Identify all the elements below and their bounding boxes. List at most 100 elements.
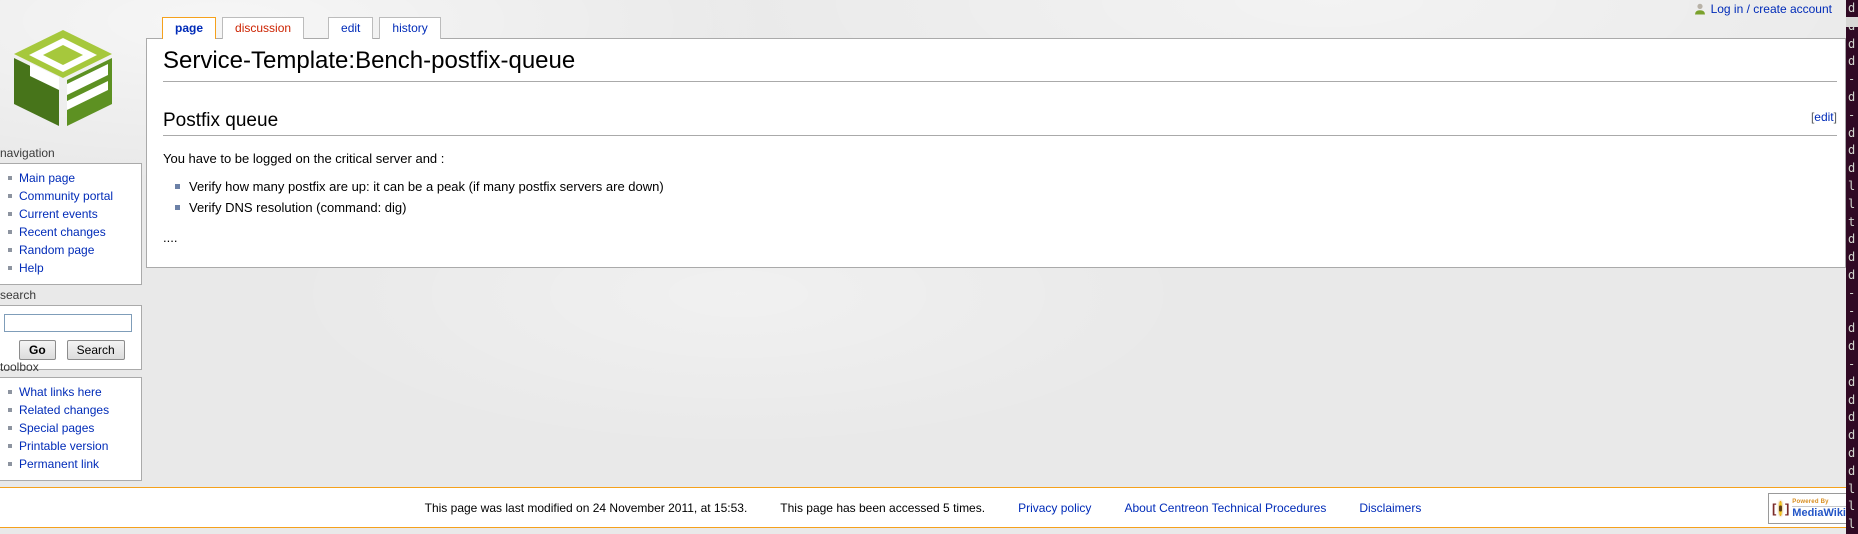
navigation-list: Main page Community portal Current events R… — [0, 169, 141, 277]
terminal-line-char: d — [1846, 374, 1858, 392]
section-heading: Postfix queue — [163, 110, 278, 132]
edit-section-link[interactable]: edit — [1814, 110, 1833, 124]
terminal-line-char: l — [1846, 498, 1858, 516]
square-bullet-icon — [8, 390, 12, 394]
disclaimers-link[interactable]: Disclaimers — [1359, 501, 1421, 515]
section-heading-row: Postfix queue [edit] — [163, 110, 1837, 136]
search-buttons: Go Search — [0, 340, 141, 360]
sidebar-nav-link[interactable]: Random page — [19, 243, 94, 257]
mediawiki-badge[interactable]: [ ] Powered By MediaWiki — [1768, 493, 1850, 524]
toolbox-list: What links here Related changes Special pa… — [0, 383, 141, 473]
sidebar-nav-item: Random page — [0, 241, 141, 259]
square-bullet-icon — [8, 266, 12, 270]
terminal-line-char: d — [1846, 463, 1858, 481]
toolbox-link[interactable]: Permanent link — [19, 457, 99, 471]
terminal-line-char: d — [1846, 89, 1858, 107]
portlet-search: search Go Search — [0, 288, 142, 370]
terminal-edge-notch — [1846, 17, 1858, 27]
privacy-policy-link[interactable]: Privacy policy — [1018, 501, 1091, 515]
about-link[interactable]: About Centreon Technical Procedures — [1124, 501, 1326, 515]
terminal-line-char: d — [1846, 267, 1858, 285]
background-terminal-window-sliver[interactable]: dddd-d-dddlltddd--dd-ddddddlll — [1846, 0, 1858, 534]
toolbox-item: Special pages — [0, 419, 141, 437]
terminal-line-char: - — [1846, 285, 1858, 303]
sidebar-nav-link[interactable]: Recent changes — [19, 225, 106, 239]
search-search-button[interactable]: Search — [67, 340, 125, 360]
toolbox-link[interactable]: Related changes — [19, 403, 109, 417]
terminal-line-char: d — [1846, 160, 1858, 178]
toolbox-link[interactable]: Printable version — [19, 439, 108, 453]
article-content: Service-Template:Bench-postfix-queue Pos… — [146, 38, 1846, 268]
sidebar-nav-link[interactable]: Help — [19, 261, 44, 275]
terminal-line-char: d — [1846, 0, 1858, 18]
centreon-logo[interactable] — [10, 30, 116, 128]
toolbox-label: toolbox — [0, 360, 142, 377]
toolbox-item: Permanent link — [0, 455, 141, 473]
terminal-line-char: - — [1846, 303, 1858, 321]
square-bullet-icon — [8, 248, 12, 252]
search-input[interactable] — [4, 314, 132, 332]
list-item: Verify how many postfix are up: it can b… — [175, 176, 1837, 197]
edit-bracket-close: ] — [1834, 110, 1837, 124]
portlet-toolbox: toolbox What links here Related changes Sp… — [0, 360, 142, 481]
badge-bracket-open: [ — [1772, 501, 1776, 516]
page-title: Service-Template:Bench-postfix-queue — [163, 47, 1837, 82]
tab-history[interactable]: history — [379, 17, 440, 39]
tab-edit[interactable]: edit — [328, 17, 373, 39]
sidebar-nav-item: Community portal — [0, 187, 141, 205]
tab-page[interactable]: page — [162, 17, 216, 39]
terminal-line-char: d — [1846, 125, 1858, 143]
square-bullet-icon — [8, 230, 12, 234]
portlet-navigation: navigation Main page Community portal Curr… — [0, 146, 142, 285]
personal-bar: Log in / create account — [1694, 2, 1832, 16]
terminal-line-char: - — [1846, 356, 1858, 374]
toolbox-link[interactable]: Special pages — [19, 421, 94, 435]
terminal-line-char: d — [1846, 320, 1858, 338]
terminal-line-char: d — [1846, 427, 1858, 445]
terminal-line-char: l — [1846, 196, 1858, 214]
list-item: Verify DNS resolution (command: dig) — [175, 197, 1837, 218]
square-bullet-icon — [8, 444, 12, 448]
sidebar-nav-item: Recent changes — [0, 223, 141, 241]
page-tabs: page discussion edit history — [162, 17, 441, 39]
terminal-line-char: d — [1846, 445, 1858, 463]
square-bullet-icon — [175, 184, 180, 189]
terminal-line-char: t — [1846, 214, 1858, 232]
navigation-label: navigation — [0, 146, 142, 163]
toolbox-item: What links here — [0, 383, 141, 401]
terminal-line-char: d — [1846, 249, 1858, 267]
instruction-list: Verify how many postfix are up: it can b… — [175, 176, 1837, 218]
page-footer: This page was last modified on 24 Novemb… — [0, 487, 1846, 528]
user-icon — [1694, 3, 1706, 15]
terminal-line-char: d — [1846, 231, 1858, 249]
access-count-text: This page has been accessed 5 times. — [780, 501, 985, 515]
terminal-line-char: l — [1846, 481, 1858, 499]
sidebar-nav-item: Main page — [0, 169, 141, 187]
toolbox-item: Related changes — [0, 401, 141, 419]
terminal-line-char: l — [1846, 516, 1858, 534]
ellipsis-paragraph: .... — [163, 230, 1837, 245]
search-go-button[interactable]: Go — [19, 340, 56, 360]
sidebar-nav-item: Current events — [0, 205, 141, 223]
terminal-line-char: d — [1846, 409, 1858, 427]
toolbox-item: Printable version — [0, 437, 141, 455]
terminal-line-char: l — [1846, 178, 1858, 196]
edit-section: [edit] — [1811, 110, 1837, 124]
sunflower-icon — [1779, 501, 1782, 516]
login-link[interactable]: Log in / create account — [1711, 2, 1832, 16]
sidebar-nav-item: Help — [0, 259, 141, 277]
powered-by-text: Powered By — [1792, 499, 1846, 507]
terminal-line-char: d — [1846, 338, 1858, 356]
search-label: search — [0, 288, 142, 305]
sidebar-nav-link[interactable]: Community portal — [19, 189, 113, 203]
sidebar-nav-link[interactable]: Current events — [19, 207, 98, 221]
square-bullet-icon — [8, 462, 12, 466]
sidebar-nav-link[interactable]: Main page — [19, 171, 75, 185]
last-modified-text: This page was last modified on 24 Novemb… — [425, 501, 748, 515]
terminal-line-char: d — [1846, 392, 1858, 410]
tab-discussion[interactable]: discussion — [222, 17, 304, 39]
terminal-line-char: - — [1846, 71, 1858, 89]
toolbox-link[interactable]: What links here — [19, 385, 102, 399]
square-bullet-icon — [8, 212, 12, 216]
square-bullet-icon — [8, 408, 12, 412]
